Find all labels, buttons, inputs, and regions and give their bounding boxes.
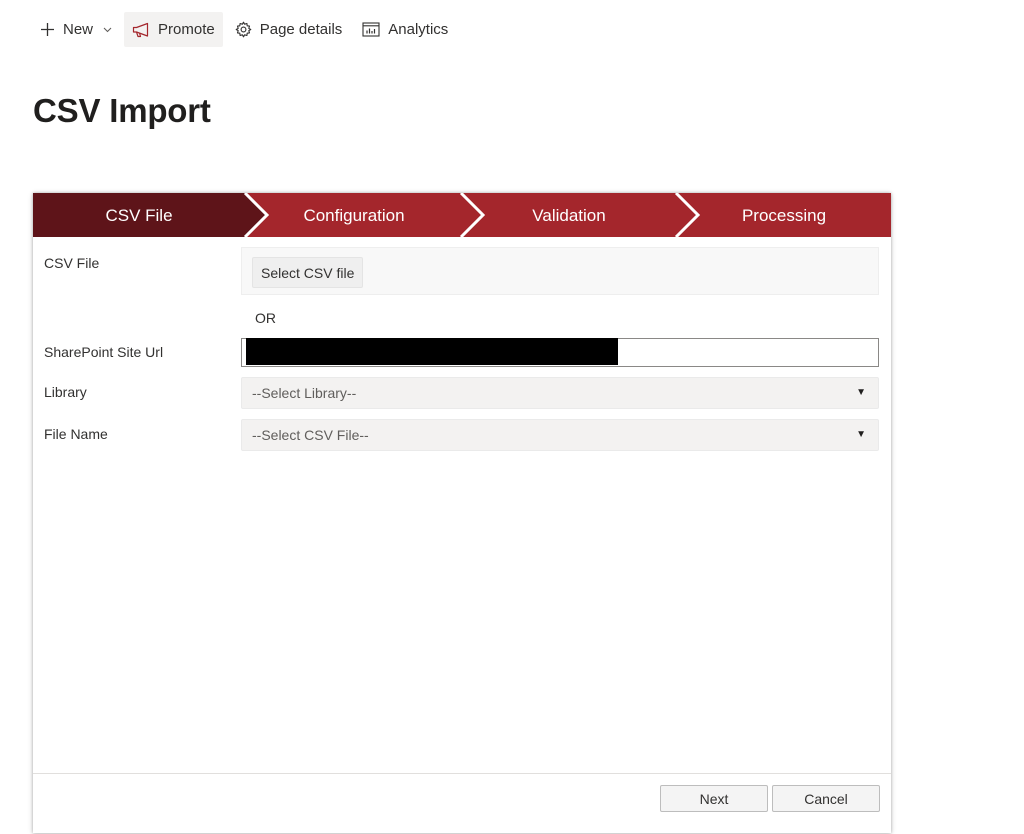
chevron-down-icon[interactable] (103, 27, 112, 33)
file-name-label: File Name (44, 426, 108, 442)
cancel-button[interactable]: Cancel (772, 785, 880, 812)
step-csv-file[interactable]: CSV File (59, 193, 219, 237)
megaphone-icon (132, 22, 149, 37)
redacted-url-block (246, 338, 618, 365)
next-button[interactable]: Next (660, 785, 768, 812)
csv-file-label: CSV File (44, 255, 100, 271)
new-label: New (63, 21, 94, 38)
caret-down-icon: ▼ (856, 387, 866, 398)
file-name-selected-value: --Select CSV File-- (252, 427, 369, 443)
page-details-button[interactable]: Page details (227, 12, 351, 47)
page-details-label: Page details (259, 21, 343, 38)
caret-down-icon: ▼ (856, 429, 866, 440)
gear-icon (235, 21, 252, 38)
step-processing[interactable]: Processing (704, 193, 864, 237)
new-button[interactable]: New (32, 12, 120, 47)
select-csv-file-button[interactable]: Select CSV file (252, 257, 364, 288)
chart-icon (362, 22, 380, 37)
step-validation[interactable]: Validation (489, 193, 649, 237)
csv-import-wizard: CSV File Configuration Validation Proces… (33, 193, 891, 833)
library-selected-value: --Select Library-- (252, 385, 357, 401)
analytics-label: Analytics (388, 21, 449, 38)
promote-label: Promote (158, 21, 215, 38)
library-label: Library (44, 384, 87, 400)
command-bar: New Promote Page details Analytics (32, 12, 456, 47)
promote-button[interactable]: Promote (124, 12, 223, 47)
sharepoint-site-url-label: SharePoint Site Url (44, 344, 164, 360)
page-title: CSV Import (33, 92, 211, 129)
or-separator-text: OR (255, 310, 276, 326)
library-select[interactable]: --Select Library-- ▼ (241, 377, 879, 409)
file-name-select[interactable]: --Select CSV File-- ▼ (241, 419, 879, 451)
wizard-steps: CSV File Configuration Validation Proces… (33, 193, 891, 237)
file-drop-area: Select CSV file (241, 247, 879, 295)
analytics-button[interactable]: Analytics (354, 12, 456, 47)
plus-icon (41, 23, 54, 36)
step-configuration[interactable]: Configuration (274, 193, 434, 237)
